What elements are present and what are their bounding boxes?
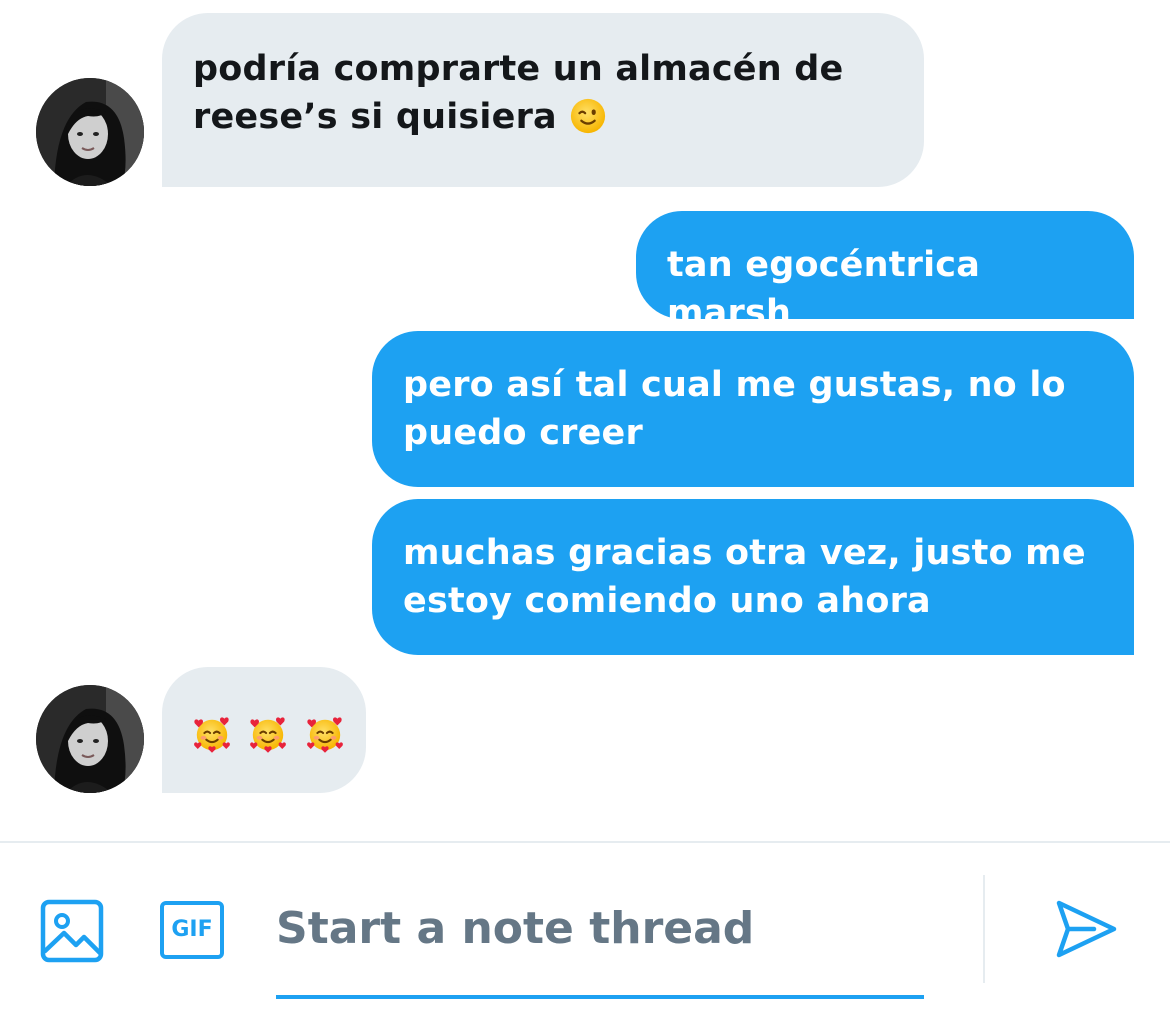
composer-bar: GIF Start a note thread <box>0 841 1170 1013</box>
outgoing-message-bubble[interactable]: tan egocéntrica marsh <box>636 211 1134 333</box>
avatar[interactable] <box>36 78 144 186</box>
message-text-line: estoy comiendo uno ahora <box>403 581 931 621</box>
incoming-message-bubble[interactable] <box>162 667 366 793</box>
message-text-line: muchas gracias otra vez, justo me <box>403 533 1086 573</box>
outgoing-message-bubble[interactable]: muchas gracias otra vez, justo me estoy … <box>372 499 1134 655</box>
smiling-face-with-hearts-emoji-icon <box>249 715 287 753</box>
outgoing-message-bubble[interactable]: pero así tal cual me gustas, no lo puedo… <box>372 331 1134 487</box>
winking-face-emoji-icon <box>569 97 607 135</box>
gif-label: GIF <box>171 917 213 942</box>
message-text-line: pero así tal cual me gustas, no lo <box>403 365 1066 405</box>
send-icon[interactable] <box>1054 897 1118 961</box>
note-thread-input[interactable]: Start a note thread <box>276 899 924 999</box>
smiling-face-with-hearts-emoji-icon <box>193 715 231 753</box>
message-text-line: tan egocéntrica marsh <box>667 245 981 333</box>
message-thread: podría comprarte un almacén de reese’s s… <box>0 0 1170 842</box>
incoming-message-bubble[interactable]: podría comprarte un almacén de reese’s s… <box>162 13 924 187</box>
message-text-line: puedo creer <box>403 413 643 453</box>
smiling-face-with-hearts-emoji-icon <box>306 715 344 753</box>
message-text-line: podría comprarte un almacén de <box>193 49 844 89</box>
note-thread-placeholder: Start a note thread <box>276 903 755 954</box>
message-text-line: reese’s si quisiera <box>193 97 557 137</box>
avatar[interactable] <box>36 685 144 793</box>
image-icon[interactable] <box>40 899 104 963</box>
gif-icon[interactable]: GIF <box>160 901 224 959</box>
composer-divider <box>983 875 985 983</box>
